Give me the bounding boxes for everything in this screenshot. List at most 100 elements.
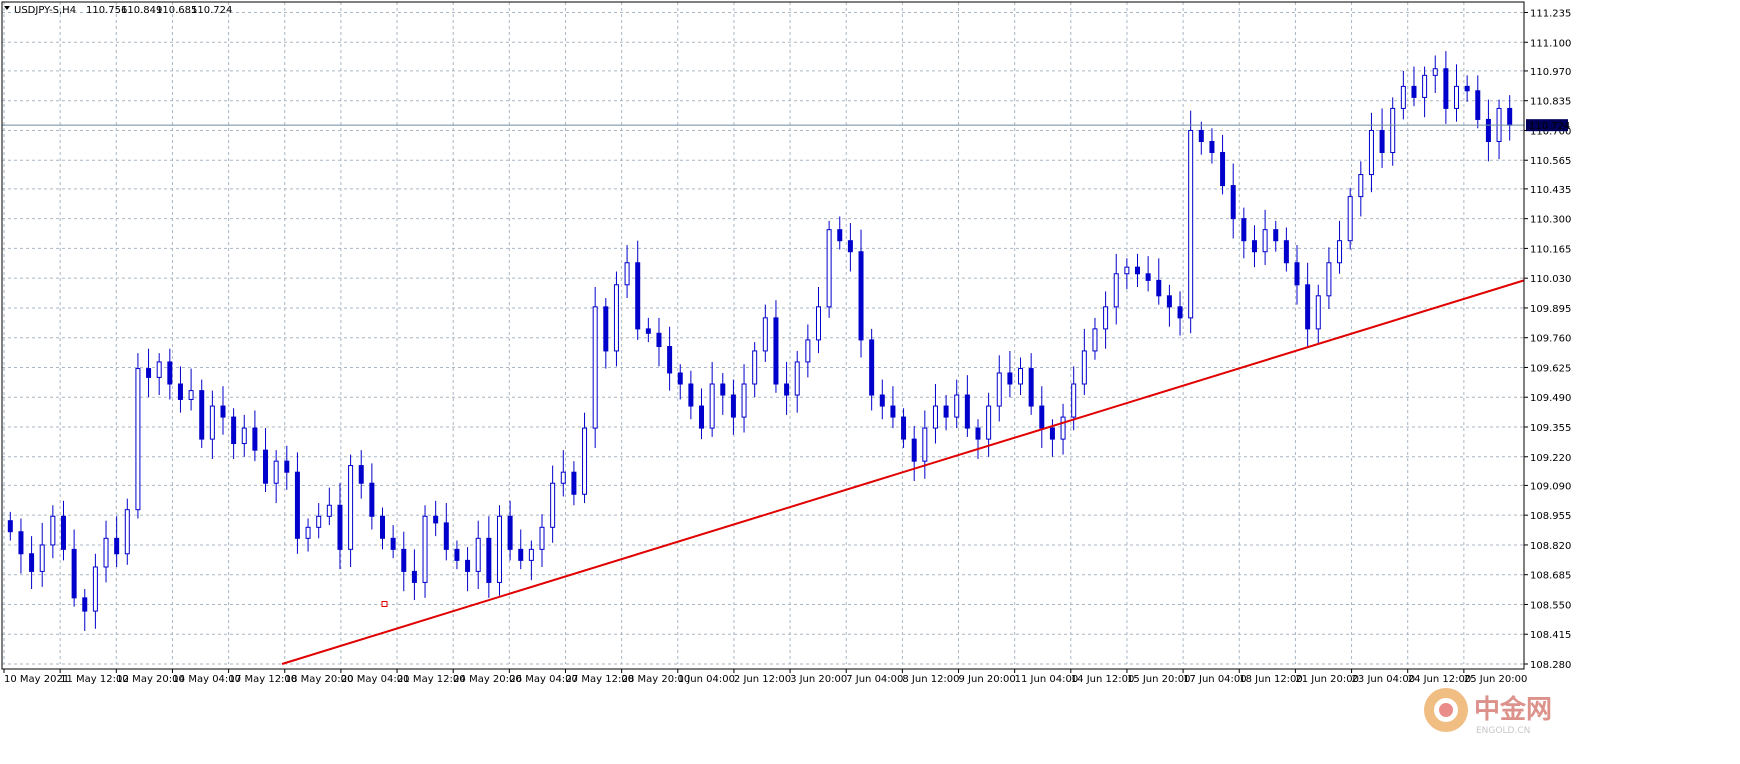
candle-down: [1411, 85, 1417, 98]
candle-up: [1188, 129, 1194, 319]
candle-down: [29, 553, 35, 572]
candle-down: [773, 317, 779, 385]
watermark-logo-core: [1439, 703, 1453, 717]
y-tick-label: 110.435: [1530, 185, 1571, 196]
candle-up: [209, 405, 215, 440]
x-tick-label: 2 Jun 12:00: [734, 674, 791, 685]
x-tick-label: 9 Jun 20:00: [959, 674, 1016, 685]
candle-down: [688, 383, 694, 407]
chart-window[interactable]: 111.235 111.100 110.970 110.835 110.700 110.5…: [0, 0, 1740, 764]
candle-down: [390, 537, 396, 550]
candle-down: [677, 372, 683, 385]
y-tick-label: 110.835: [1530, 97, 1571, 108]
candle-up: [805, 339, 811, 363]
candle-down: [518, 548, 524, 561]
candle-up: [1326, 262, 1332, 297]
candle-down: [1305, 284, 1311, 330]
y-tick-label: 110.970: [1530, 67, 1571, 78]
candle-up: [592, 306, 598, 429]
candle-down: [730, 394, 736, 418]
candle-down: [1294, 262, 1300, 286]
candle-down: [645, 328, 651, 334]
candle-down: [1049, 427, 1055, 440]
watermark-text-en: ENGOLD.CN: [1476, 726, 1530, 736]
candle-up: [815, 306, 821, 341]
candle-up: [826, 229, 832, 308]
candle-up: [528, 548, 534, 561]
candle-down: [869, 339, 875, 396]
candle-down: [964, 394, 970, 429]
candle-up: [922, 427, 928, 462]
candle-up: [996, 372, 1002, 407]
candle-up: [188, 390, 194, 400]
candle-up: [348, 465, 354, 550]
candle-down: [454, 548, 460, 561]
candle-down: [1039, 405, 1045, 429]
candle-down: [1241, 218, 1247, 242]
symbol-label: USDJPY-S,H4: [14, 5, 76, 16]
candle-up: [986, 405, 992, 440]
candle-down: [975, 427, 981, 440]
candle-down: [177, 383, 183, 400]
y-tick-label: 111.100: [1530, 38, 1571, 49]
candle-down: [837, 229, 843, 242]
x-tick-label: 7 Jun 04:00: [846, 674, 903, 685]
candle-up: [305, 526, 311, 539]
candle-down: [1177, 306, 1183, 319]
candle-down: [847, 240, 853, 253]
candle-down: [1507, 107, 1513, 126]
candle-down: [1156, 279, 1162, 297]
candle-up: [1454, 85, 1460, 109]
candle-down: [433, 515, 439, 524]
candle-down: [1443, 68, 1449, 109]
candle-down: [294, 471, 300, 539]
x-tick-label: 23 Jun 04:00: [1352, 674, 1416, 685]
candle-up: [326, 504, 332, 517]
candle-up: [1071, 383, 1077, 418]
candle-down: [603, 306, 609, 352]
candle-down: [7, 520, 13, 533]
candle-down: [401, 548, 407, 572]
trendline-anchor-handle: [381, 600, 388, 607]
candle-down: [720, 383, 726, 396]
candle-up: [539, 526, 545, 550]
candle-down: [71, 548, 77, 599]
candle-up: [135, 368, 141, 511]
candle-down: [1135, 266, 1140, 275]
x-tick-label: 14 Jun 12:00: [1071, 674, 1135, 685]
x-tick-label: 24 Jun 12:00: [1408, 674, 1472, 685]
candle-down: [1007, 372, 1013, 385]
candle-down: [231, 416, 237, 445]
candle-up: [624, 262, 630, 286]
candle-up: [1315, 295, 1321, 330]
y-tick-label: 109.625: [1530, 363, 1571, 374]
y-tick-label: 109.895: [1530, 304, 1571, 315]
candle-up: [1262, 229, 1268, 253]
y-tick-label: 108.955: [1530, 511, 1571, 522]
y-tick-label: 109.760: [1530, 334, 1571, 345]
candle-down: [901, 416, 907, 440]
candle-down: [18, 531, 24, 555]
candle-up: [422, 515, 428, 583]
y-tick-label: 109.355: [1530, 423, 1571, 434]
candle-down: [1379, 129, 1385, 154]
candle-up: [954, 394, 960, 418]
candle-down: [199, 390, 205, 440]
candle-up: [550, 482, 556, 528]
y-tick-label: 108.550: [1530, 600, 1571, 611]
candle-down: [656, 332, 662, 348]
candle-down: [1220, 152, 1226, 187]
candle-down: [167, 361, 173, 385]
candle-up: [582, 427, 588, 495]
candle-up: [1368, 129, 1374, 176]
candle-up: [1347, 196, 1353, 242]
price-chart[interactable]: 111.235111.100110.970110.835110.700110.5…: [0, 0, 1740, 764]
candle-down: [146, 368, 152, 378]
candle-down: [784, 383, 790, 396]
y-tick-label: 110.565: [1530, 156, 1571, 167]
candle-up: [560, 471, 566, 484]
candle-down: [1283, 240, 1289, 264]
x-tick-label: 8 Jun 12:00: [902, 674, 959, 685]
candle-down: [1251, 240, 1257, 253]
candle-down: [284, 460, 290, 473]
